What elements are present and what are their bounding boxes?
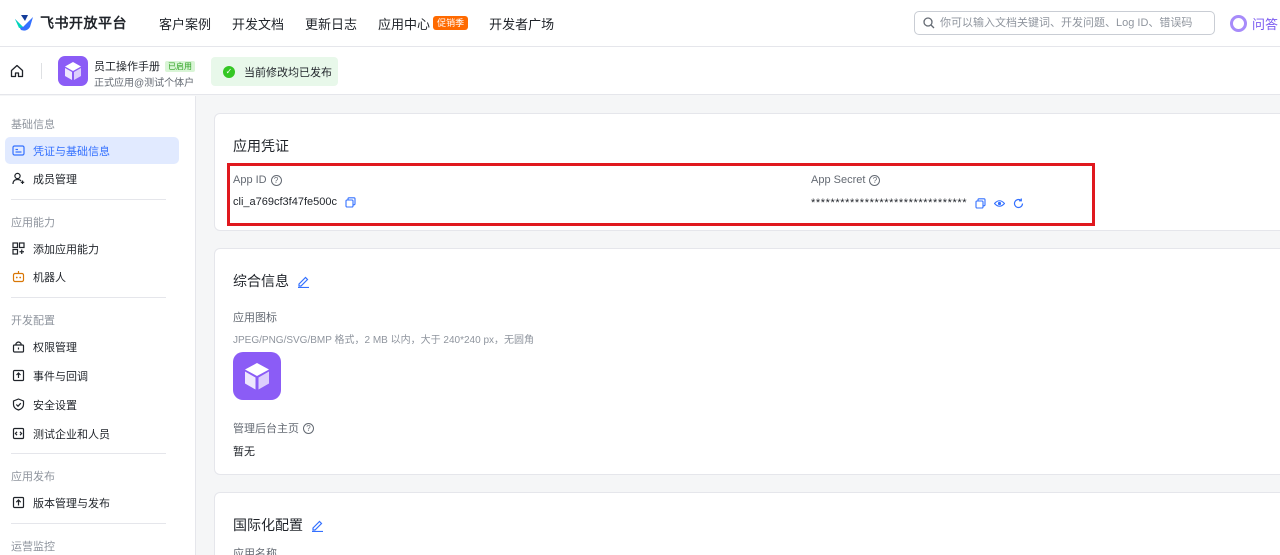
help-icon[interactable]: ? bbox=[303, 422, 314, 434]
app-id-row: cli_a769cf3f47fe500c bbox=[233, 196, 356, 208]
help-icon[interactable]: ? bbox=[270, 174, 282, 186]
sidebar-group-monitoring: 运营监控 bbox=[11, 541, 55, 553]
search-input[interactable] bbox=[940, 17, 1210, 29]
sidebar-item-test-orgs[interactable]: 测试企业和人员 bbox=[5, 420, 179, 447]
status-badge: 已启用 bbox=[165, 60, 195, 72]
search-icon bbox=[923, 17, 935, 29]
sidebar-item-robot[interactable]: 机器人 bbox=[5, 263, 179, 290]
app-icon-large[interactable] bbox=[233, 352, 281, 400]
event-icon bbox=[12, 369, 25, 382]
publish-status-text: 当前修改均已发布 bbox=[244, 66, 332, 79]
copy-icon[interactable] bbox=[975, 197, 986, 209]
sidebar-divider bbox=[11, 199, 166, 200]
eye-icon[interactable] bbox=[994, 198, 1006, 209]
nav-item-app-center[interactable]: 应用中心 促销季 bbox=[378, 14, 469, 33]
sidebar-item-label: 事件与回调 bbox=[33, 370, 88, 383]
nav-item-developer-square[interactable]: 开发者广场 bbox=[489, 14, 554, 33]
sidebar-item-add-capability[interactable]: 添加应用能力 bbox=[5, 235, 179, 262]
highlight-box bbox=[227, 163, 1095, 226]
sidebar-item-security[interactable]: 安全设置 bbox=[5, 391, 179, 418]
promo-badge: 促销季 bbox=[433, 16, 469, 30]
sidebar-divider bbox=[11, 297, 166, 298]
edit-icon[interactable] bbox=[297, 275, 310, 288]
app-secret-label: App Secret ? bbox=[811, 174, 881, 186]
sidebar-item-permissions[interactable]: 权限管理 bbox=[5, 333, 179, 360]
sidebar-divider bbox=[11, 453, 166, 454]
ask-icon bbox=[1230, 15, 1247, 32]
app-name-row: 员工操作手册 已启用 bbox=[94, 58, 195, 74]
i18n-title-row: 国际化配置 bbox=[233, 515, 324, 535]
logo[interactable]: 飞书开放平台 bbox=[13, 13, 127, 33]
credential-icon bbox=[12, 145, 25, 156]
sidebar-group-basic: 基础信息 bbox=[11, 119, 55, 131]
shield-icon bbox=[12, 398, 25, 411]
feishu-logo-icon bbox=[15, 15, 33, 31]
sidebar-item-label: 安全设置 bbox=[33, 399, 77, 412]
search-box bbox=[914, 11, 1215, 35]
sidebar-item-label: 机器人 bbox=[33, 271, 66, 284]
logo-text: 飞书开放平台 bbox=[40, 15, 127, 31]
app-name-label: 应用名称 bbox=[233, 548, 277, 555]
lock-icon bbox=[12, 341, 25, 353]
app-secret-value: ******************************** bbox=[811, 197, 968, 209]
member-icon bbox=[12, 172, 25, 185]
nav-item-changelog[interactable]: 更新日志 bbox=[305, 14, 357, 33]
homepage-label-text: 管理后台主页 bbox=[233, 423, 299, 435]
sidebar-group-dev-config: 开发配置 bbox=[11, 315, 55, 327]
help-icon[interactable]: ? bbox=[869, 174, 881, 186]
sidebar-item-label: 凭证与基础信息 bbox=[33, 145, 110, 158]
sidebar-item-label: 版本管理与发布 bbox=[33, 497, 110, 510]
app-subtitle: 正式应用@测试个体户 bbox=[94, 78, 195, 89]
general-info-title-row: 综合信息 bbox=[233, 271, 310, 291]
sidebar-item-events[interactable]: 事件与回调 bbox=[5, 362, 179, 389]
check-icon: ✓ bbox=[223, 65, 235, 78]
i18n-card: 国际化配置 bbox=[214, 492, 1280, 555]
icon-hint: JPEG/PNG/SVG/BMP 格式，2 MB 以内，大于 240*240 p… bbox=[233, 335, 535, 346]
app-secret-label-text: App Secret bbox=[811, 174, 866, 186]
sidebar-item-label: 成员管理 bbox=[33, 173, 77, 186]
homepage-label: 管理后台主页 ? bbox=[233, 420, 314, 436]
ask-label: 问答 bbox=[1252, 17, 1279, 32]
sidebar-divider bbox=[11, 523, 166, 524]
i18n-title: 国际化配置 bbox=[233, 517, 303, 533]
upload-icon bbox=[12, 496, 25, 509]
nav-items: 客户案例 开发文档 更新日志 应用中心 促销季 开发者广场 bbox=[159, 14, 575, 33]
credentials-title: 应用凭证 bbox=[233, 138, 289, 154]
app-secret-row: ******************************** bbox=[811, 197, 1024, 209]
app-id-label: App ID ? bbox=[233, 174, 282, 186]
divider bbox=[41, 63, 42, 79]
sidebar-group-capabilities: 应用能力 bbox=[11, 217, 55, 229]
sidebar-group-release: 应用发布 bbox=[11, 471, 55, 483]
sidebar-item-credentials[interactable]: 凭证与基础信息 bbox=[5, 137, 179, 164]
app-id-label-text: App ID bbox=[233, 174, 267, 186]
general-info-card: 综合信息 bbox=[214, 248, 1280, 475]
nav-item-cases[interactable]: 客户案例 bbox=[159, 14, 211, 33]
robot-icon bbox=[12, 271, 25, 283]
sidebar-item-label: 测试企业和人员 bbox=[33, 428, 110, 441]
sidebar-item-versions[interactable]: 版本管理与发布 bbox=[5, 489, 179, 516]
sidebar-item-members[interactable]: 成员管理 bbox=[5, 165, 179, 192]
app-name: 员工操作手册 bbox=[94, 61, 160, 73]
nav-item-app-center-label: 应用中心 bbox=[378, 16, 431, 32]
copy-icon[interactable] bbox=[345, 196, 356, 208]
homepage-value: 暂无 bbox=[233, 446, 255, 458]
app-icon-label: 应用图标 bbox=[233, 312, 277, 324]
general-info-title: 综合信息 bbox=[233, 273, 289, 289]
code-icon bbox=[12, 427, 25, 440]
home-icon[interactable] bbox=[10, 64, 24, 78]
refresh-icon[interactable] bbox=[1013, 198, 1024, 209]
sidebar-item-label: 添加应用能力 bbox=[33, 243, 99, 256]
edit-icon[interactable] bbox=[311, 519, 324, 532]
app-id-value: cli_a769cf3f47fe500c bbox=[233, 196, 337, 208]
publish-status: ✓ 当前修改均已发布 bbox=[211, 57, 338, 86]
nav-item-docs[interactable]: 开发文档 bbox=[232, 14, 284, 33]
apps-icon bbox=[12, 242, 25, 255]
sidebar-item-label: 权限管理 bbox=[33, 341, 77, 354]
top-nav: 飞书开放平台 客户案例 开发文档 更新日志 应用中心 促销季 开发者广场 问答 bbox=[0, 0, 1280, 47]
app-icon bbox=[58, 56, 88, 86]
ask-button[interactable]: 问答 bbox=[1230, 14, 1278, 33]
